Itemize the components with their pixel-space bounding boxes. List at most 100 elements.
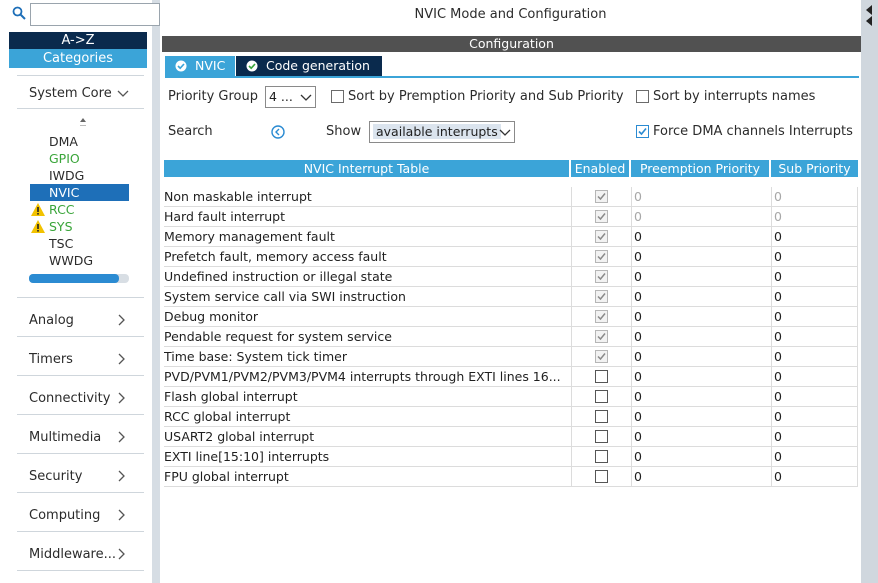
category-security[interactable]: Security xyxy=(29,467,139,487)
sub-priority-cell[interactable]: 0 xyxy=(771,287,858,307)
table-row[interactable]: Prefetch fault, memory access fault 0 0 xyxy=(164,247,858,267)
enabled-checkbox[interactable] xyxy=(595,370,608,383)
category-analog[interactable]: Analog xyxy=(29,311,139,331)
table-row[interactable]: PVD/PVM1/PVM2/PVM3/PVM4 interrupts throu… xyxy=(164,367,858,387)
show-select[interactable]: available interrupts xyxy=(369,121,515,143)
preemption-priority-cell[interactable]: 0 xyxy=(631,407,771,427)
core-item-iwdg[interactable]: IWDG xyxy=(30,167,129,184)
sub-priority-cell[interactable]: 0 xyxy=(771,387,858,407)
warning-icon xyxy=(31,220,45,233)
preemption-priority-cell[interactable]: 0 xyxy=(631,347,771,367)
enabled-checkbox[interactable] xyxy=(595,450,608,463)
categories-button[interactable]: Categories xyxy=(9,49,147,68)
table-row[interactable]: Hard fault interrupt 0 0 xyxy=(164,207,858,227)
table-row[interactable]: Memory management fault 0 0 xyxy=(164,227,858,247)
preemption-priority-cell[interactable]: 0 xyxy=(631,247,771,267)
sub-priority-cell[interactable]: 0 xyxy=(771,327,858,347)
category-connectivity[interactable]: Connectivity xyxy=(29,389,139,409)
column-header-interrupt[interactable]: NVIC Interrupt Table xyxy=(164,160,569,177)
enabled-cell xyxy=(571,387,631,407)
enabled-cell xyxy=(571,447,631,467)
enabled-checkbox[interactable] xyxy=(595,430,608,443)
sub-priority-cell[interactable]: 0 xyxy=(771,347,858,367)
core-item-label: DMA xyxy=(49,134,78,149)
chevron-right-icon xyxy=(118,314,125,326)
core-item-tsc[interactable]: TSC xyxy=(30,235,129,252)
sort-interrupts-label: Sort by interrupts names xyxy=(653,89,816,104)
preemption-priority-cell[interactable]: 0 xyxy=(631,447,771,467)
search-input[interactable] xyxy=(30,3,160,26)
column-header-sub-priority[interactable]: Sub Priority xyxy=(771,160,858,177)
sub-priority-cell[interactable]: 0 xyxy=(771,407,858,427)
core-item-nvic[interactable]: NVIC xyxy=(30,184,129,201)
preemption-priority-cell[interactable]: 0 xyxy=(631,267,771,287)
sidebar-splitter[interactable] xyxy=(152,0,160,583)
enabled-checkbox[interactable] xyxy=(595,410,608,423)
priority-group-label: Priority Group xyxy=(168,89,258,104)
preemption-priority-cell[interactable]: 0 xyxy=(631,287,771,307)
sort-az-button[interactable]: A->Z xyxy=(9,32,147,49)
force-dma-checkbox[interactable] xyxy=(636,125,649,138)
table-row[interactable]: Non maskable interrupt 0 0 xyxy=(164,187,858,207)
nvic-table-header: NVIC Interrupt Table Enabled Preemption … xyxy=(164,160,858,177)
horizontal-scrollbar-thumb[interactable] xyxy=(29,274,119,283)
category-timers[interactable]: Timers xyxy=(29,350,139,370)
tab-code-generation[interactable]: Code generation xyxy=(236,56,382,76)
checkmark-icon xyxy=(597,353,606,361)
category-label: Multimedia xyxy=(29,430,102,445)
interrupt-name: Flash global interrupt xyxy=(164,389,298,404)
preemption-priority-cell[interactable]: 0 xyxy=(631,367,771,387)
table-row[interactable]: Debug monitor 0 0 xyxy=(164,307,858,327)
sub-priority-cell[interactable]: 0 xyxy=(771,367,858,387)
core-item-rcc[interactable]: RCC xyxy=(30,201,129,218)
sub-priority-cell[interactable]: 0 xyxy=(771,247,858,267)
enabled-checkbox xyxy=(595,270,608,283)
tab-nvic[interactable]: NVIC xyxy=(165,56,235,76)
enabled-cell xyxy=(571,367,631,387)
enabled-checkbox[interactable] xyxy=(595,390,608,403)
core-item-sys[interactable]: SYS xyxy=(30,218,129,235)
column-header-preemption[interactable]: Preemption Priority xyxy=(631,160,769,177)
preemption-priority-cell[interactable]: 0 xyxy=(631,327,771,347)
sub-priority-cell[interactable]: 0 xyxy=(771,467,858,487)
interrupt-name: Non maskable interrupt xyxy=(164,189,312,204)
search-reset-icon[interactable] xyxy=(271,125,285,139)
collapse-down-icon[interactable] xyxy=(863,15,875,27)
core-item-wwdg[interactable]: WWDG xyxy=(30,252,129,269)
priority-group-select[interactable]: 4 ... xyxy=(265,86,316,108)
preemption-priority-cell[interactable]: 0 xyxy=(631,227,771,247)
sub-priority-cell[interactable]: 0 xyxy=(771,267,858,287)
table-row[interactable]: Time base: System tick timer 0 0 xyxy=(164,347,858,367)
sub-priority-cell[interactable]: 0 xyxy=(771,447,858,467)
table-row[interactable]: System service call via SWI instruction 0… xyxy=(164,287,858,307)
sub-priority-cell[interactable]: 0 xyxy=(771,307,858,327)
core-item-label: SYS xyxy=(49,219,73,234)
table-row[interactable]: EXTI line[15:10] interrupts 0 0 xyxy=(164,447,858,467)
category-computing[interactable]: Computing xyxy=(29,506,139,526)
sub-priority-cell[interactable]: 0 xyxy=(771,427,858,447)
table-row[interactable]: Undefined instruction or illegal state 0 0 xyxy=(164,267,858,287)
core-item-gpio[interactable]: GPIO xyxy=(30,150,129,167)
table-row[interactable]: Pendable request for system service 0 0 xyxy=(164,327,858,347)
sort-icon[interactable] xyxy=(77,116,89,130)
category-multimedia[interactable]: Multimedia xyxy=(29,428,139,448)
category-label: Timers xyxy=(29,352,73,367)
table-row[interactable]: RCC global interrupt 0 0 xyxy=(164,407,858,427)
enabled-cell xyxy=(571,207,631,227)
preemption-priority-cell[interactable]: 0 xyxy=(631,387,771,407)
category-middleware[interactable]: Middleware... xyxy=(29,545,139,565)
preemption-priority-cell[interactable]: 0 xyxy=(631,307,771,327)
category-system-core[interactable]: System Core xyxy=(29,84,139,104)
table-row[interactable]: FPU global interrupt 0 0 xyxy=(164,467,858,487)
table-row[interactable]: USART2 global interrupt 0 0 xyxy=(164,427,858,447)
table-row[interactable]: Flash global interrupt 0 0 xyxy=(164,387,858,407)
core-item-dma[interactable]: DMA xyxy=(30,133,129,150)
preemption-priority-cell[interactable]: 0 xyxy=(631,467,771,487)
sub-priority-cell[interactable]: 0 xyxy=(771,227,858,247)
sort-interrupts-checkbox[interactable] xyxy=(636,90,649,103)
show-label: Show xyxy=(326,124,362,139)
enabled-checkbox[interactable] xyxy=(595,470,608,483)
sort-premption-checkbox[interactable] xyxy=(331,90,344,103)
column-header-enabled[interactable]: Enabled xyxy=(571,160,629,177)
preemption-priority-cell[interactable]: 0 xyxy=(631,427,771,447)
